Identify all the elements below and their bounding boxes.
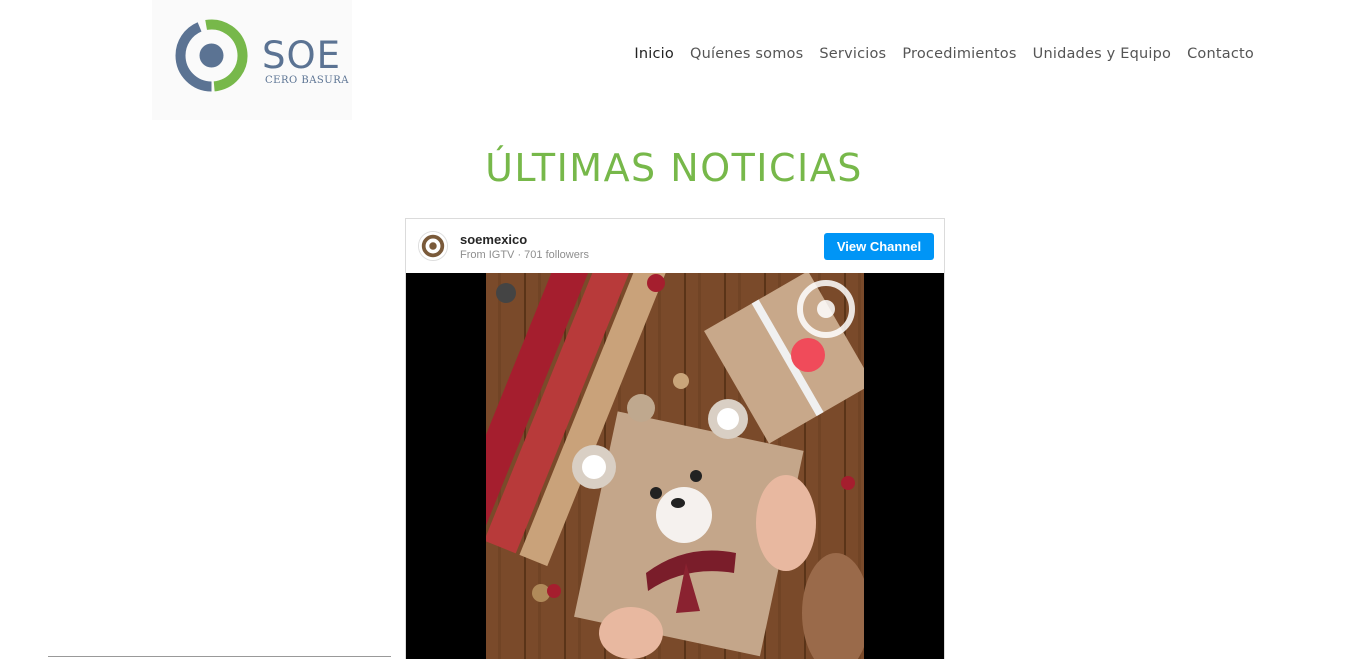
nav-item-unidades[interactable]: Unidades y Equipo (1033, 46, 1171, 62)
nav-item-quienes-somos[interactable]: Quíenes somos (690, 46, 803, 62)
igtv-embed: soemexico From IGTV · 701 followers View… (405, 218, 945, 659)
nav-item-servicios[interactable]: Servicios (819, 46, 886, 62)
site-logo[interactable]: SOE CERO BASURA (152, 0, 352, 120)
channel-name[interactable]: soemexico (460, 232, 527, 247)
nav-item-procedimientos[interactable]: Procedimientos (902, 46, 1016, 62)
nav-item-contacto[interactable]: Contacto (1187, 46, 1254, 62)
gift-wrap-thumbnail-icon (486, 273, 864, 659)
embed-header: soemexico From IGTV · 701 followers View… (406, 219, 944, 273)
logo-name: SOE (262, 34, 341, 77)
section-title: ÚLTIMAS NOTICIAS (485, 146, 863, 190)
soe-logo-icon (175, 19, 248, 92)
channel-meta: From IGTV · 701 followers (460, 249, 589, 261)
view-channel-button[interactable]: View Channel (824, 233, 934, 260)
nav-item-inicio[interactable]: Inicio (634, 46, 674, 62)
divider (48, 656, 391, 657)
avatar[interactable] (418, 231, 448, 261)
video-player[interactable] (406, 273, 944, 659)
logo-tagline: CERO BASURA (265, 75, 349, 86)
main-nav: Inicio Quíenes somos Servicios Procedimi… (634, 46, 1254, 62)
